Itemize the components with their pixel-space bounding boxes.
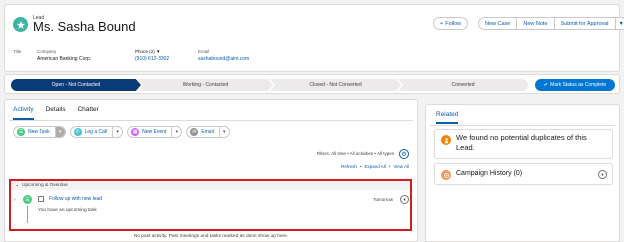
upcoming-overdue-section: ⌄ Upcoming & Overdue › ☰ Follow up with … xyxy=(9,179,412,231)
email-field: Email sashabound@aim.com xyxy=(198,49,250,62)
task-description: You have an upcoming task xyxy=(38,208,97,213)
phone-dropdown-icon[interactable]: ▼ xyxy=(156,49,160,54)
log-a-call-button[interactable]: ✆ Log a Call xyxy=(71,127,113,137)
follow-button-group: + Follow xyxy=(433,17,469,30)
duplicates-card: We found no potential duplicates of this… xyxy=(434,129,613,159)
no-past-activity-text: No past activity. Past meetings and task… xyxy=(133,234,289,239)
chevron-down-icon: ▾ xyxy=(116,129,119,135)
tab-related[interactable]: Related xyxy=(436,111,459,124)
task-menu-button[interactable]: ▾ xyxy=(400,195,409,204)
chevron-down-icon: ⌄ xyxy=(15,183,20,188)
activity-panel: Activity Details Chatter ☰ New Task ▾ ✆ … xyxy=(4,99,418,242)
task-icon: ☰ xyxy=(17,128,25,136)
activity-filters-text: Filters: All time • All activities • All… xyxy=(316,151,394,156)
new-event-action: ▦ New Event ▾ xyxy=(127,126,183,138)
path-stage-converted[interactable]: Converted xyxy=(398,79,528,91)
new-event-button[interactable]: ▦ New Event xyxy=(128,127,171,137)
task-item: › ☰ Follow up with new lead You have an … xyxy=(14,194,409,224)
tab-divider xyxy=(430,125,615,126)
campaign-history-card: Campaign History (0) ▾ xyxy=(434,163,613,185)
log-call-action: ✆ Log a Call ▾ xyxy=(69,126,124,138)
tab-activity[interactable]: Activity xyxy=(13,106,34,120)
calendar-icon: ▦ xyxy=(131,128,140,136)
action-button-group: New Case New Note Submit for Approval ▼ xyxy=(478,17,624,30)
follow-button[interactable]: + Follow xyxy=(433,17,469,30)
upcoming-section-header[interactable]: ⌄ Upcoming & Overdue xyxy=(11,181,410,190)
expand-all-link[interactable]: Expand All xyxy=(364,164,385,169)
campaign-menu-button[interactable]: ▾ xyxy=(598,170,607,179)
path-stage-closed-not-converted[interactable]: Closed - Not Converted xyxy=(270,79,401,91)
email-button[interactable]: ✉ Email xyxy=(187,127,219,137)
related-panel: Related We found no potential duplicates… xyxy=(425,104,620,242)
chevron-down-icon: ▼ xyxy=(618,20,624,27)
call-icon: ✆ xyxy=(73,128,82,136)
task-complete-checkbox[interactable] xyxy=(38,196,44,202)
record-header: Lead Ms. Sasha Bound + Follow New Case N… xyxy=(4,4,624,72)
task-icon: ☰ xyxy=(23,195,32,204)
activity-links: Refresh • Expand All • View All xyxy=(341,164,409,169)
checkmark-icon: ✔ xyxy=(543,82,549,88)
company-field: Company American Banking Corp. xyxy=(37,49,92,62)
refresh-link[interactable]: Refresh xyxy=(341,164,357,169)
duplicate-person-icon xyxy=(441,135,451,145)
campaign-icon xyxy=(441,170,451,180)
tab-details[interactable]: Details xyxy=(46,106,66,120)
task-due-date: Tomorrow xyxy=(373,197,393,202)
mark-status-complete-button[interactable]: ✔ Mark Status as Complete xyxy=(535,79,615,91)
email-link[interactable]: sashabound@aim.com xyxy=(198,56,249,62)
chevron-down-icon: ▾ xyxy=(403,196,406,202)
new-case-button[interactable]: New Case xyxy=(478,17,518,30)
new-event-dropdown[interactable]: ▾ xyxy=(171,127,181,137)
chevron-down-icon: ▾ xyxy=(601,171,604,177)
path-stage-open-not-contacted[interactable]: Open - Not Contacted xyxy=(11,79,141,91)
campaign-history-title[interactable]: Campaign History (0) xyxy=(456,170,522,177)
activity-tabs: Activity Details Chatter xyxy=(13,106,99,120)
submit-for-approval-button[interactable]: Submit for Approval xyxy=(554,17,616,30)
title-field: Title xyxy=(13,49,22,54)
chevron-down-icon: ▾ xyxy=(58,129,62,135)
gear-icon[interactable]: ⚙ xyxy=(399,149,409,159)
log-call-dropdown[interactable]: ▾ xyxy=(112,127,122,137)
link-separator: • xyxy=(359,164,362,169)
phone-field: Phone (2) ▼ (910) 612-3302 xyxy=(135,49,170,62)
email-dropdown[interactable]: ▾ xyxy=(218,127,229,137)
new-task-button[interactable]: ☰ New Task xyxy=(14,127,55,137)
new-task-action: ☰ New Task ▾ xyxy=(13,126,66,138)
more-actions-button[interactable]: ▼ xyxy=(615,17,624,30)
new-note-button[interactable]: New Note xyxy=(517,17,555,30)
plus-icon: + xyxy=(440,20,444,27)
task-title-link[interactable]: Follow up with new lead xyxy=(49,196,102,202)
record-name: Ms. Sasha Bound xyxy=(33,19,136,34)
timeline-line xyxy=(27,206,28,223)
link-separator: • xyxy=(388,164,391,169)
new-task-dropdown[interactable]: ▾ xyxy=(54,127,65,137)
phone-link[interactable]: (910) 612-3302 xyxy=(135,56,169,62)
chevron-down-icon: ▾ xyxy=(223,129,226,135)
duplicates-message: We found no potential duplicates of this… xyxy=(456,133,587,152)
path-stage-working-contacted[interactable]: Working - Contacted xyxy=(138,79,273,91)
tab-divider xyxy=(9,120,413,121)
status-path: Open - Not Contacted Working - Contacted… xyxy=(4,74,620,94)
email-action: ✉ Email ▾ xyxy=(186,126,230,138)
envelope-icon: ✉ xyxy=(190,128,199,136)
activity-composer-actions: ☰ New Task ▾ ✆ Log a Call ▾ ▦ New Event … xyxy=(13,126,230,138)
view-all-link[interactable]: View All xyxy=(393,164,409,169)
chevron-down-icon: ▾ xyxy=(175,129,179,135)
lead-star-icon xyxy=(13,17,28,32)
tab-chatter[interactable]: Chatter xyxy=(77,106,98,120)
chevron-right-icon[interactable]: › xyxy=(14,197,16,203)
